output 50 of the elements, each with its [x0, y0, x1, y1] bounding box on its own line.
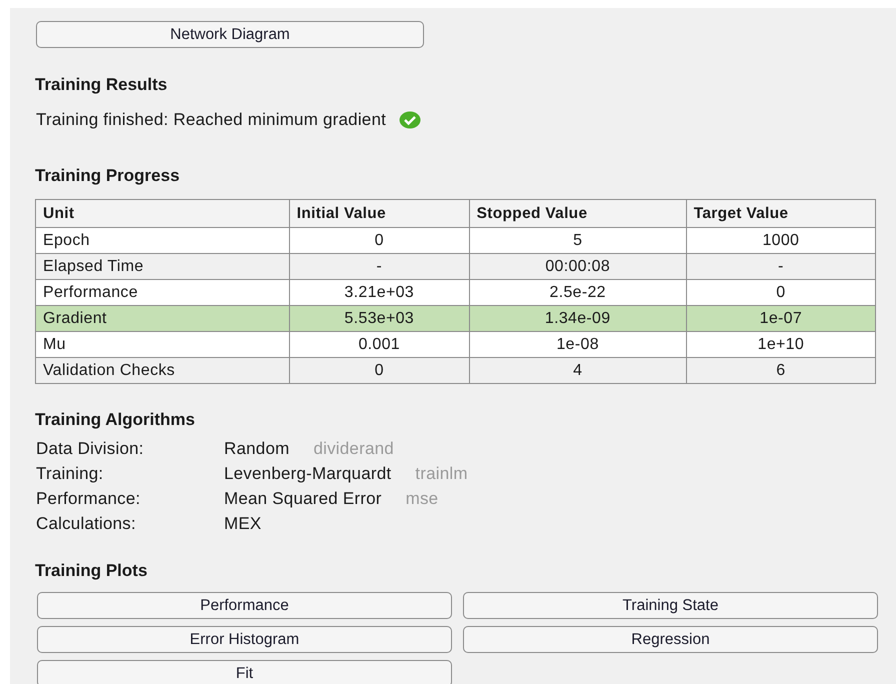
- table-cell: Performance: [36, 280, 290, 306]
- table-cell: Gradient: [36, 306, 290, 332]
- column-header: Target Value: [686, 200, 876, 228]
- table-cell: 00:00:08: [469, 254, 686, 280]
- table-cell: Elapsed Time: [36, 254, 290, 280]
- table-cell: 1000: [686, 228, 876, 254]
- table-cell: -: [686, 254, 876, 280]
- section-title: Training Progress: [35, 166, 181, 186]
- plot-button[interactable]: Error Histogram: [37, 626, 452, 653]
- field-value: Levenberg-Marquardt: [224, 464, 392, 484]
- table-cell: 1e-08: [469, 332, 686, 358]
- field-label: Calculations:: [36, 514, 137, 534]
- function-name: dividerand: [313, 439, 394, 459]
- table-cell: 3.21e+03: [289, 280, 470, 306]
- field-label: Data Division:: [36, 439, 145, 459]
- table-cell: 2.5e-22: [469, 280, 686, 306]
- table-cell: 1e-07: [686, 306, 876, 332]
- section-title: Training Algorithms: [35, 410, 196, 430]
- field-value: Mean Squared Error: [224, 489, 382, 509]
- table-cell: 6: [686, 358, 876, 384]
- table-cell: 5: [469, 228, 686, 254]
- plot-button[interactable]: Training State: [463, 592, 878, 619]
- table-cell: 5.53e+03: [289, 306, 470, 332]
- table-cell: -: [289, 254, 470, 280]
- status-message: Training finished: Reached minimum gradient: [36, 110, 386, 130]
- table-cell: 0: [289, 358, 470, 384]
- table-cell: Epoch: [36, 228, 290, 254]
- table-cell: 0: [686, 280, 876, 306]
- function-name: mse: [406, 489, 438, 509]
- field-value: MEX: [224, 514, 262, 534]
- table-cell: 1e+10: [686, 332, 876, 358]
- field-label: Performance:: [36, 489, 142, 509]
- plot-button[interactable]: Regression: [463, 626, 878, 653]
- plot-button[interactable]: Performance: [37, 592, 452, 619]
- column-header: Unit: [36, 200, 290, 228]
- function-name: trainlm: [415, 464, 468, 484]
- table-cell: 1.34e-09: [469, 306, 686, 332]
- field-value: Random: [224, 439, 290, 459]
- column-header: Initial Value: [289, 200, 470, 228]
- network-diagram-button[interactable]: Network Diagram: [36, 21, 424, 48]
- table-cell: 4: [469, 358, 686, 384]
- section-title: Training Plots: [35, 561, 148, 581]
- table-cell: 0: [289, 228, 470, 254]
- column-header: Stopped Value: [469, 200, 686, 228]
- section-title: Training Results: [35, 75, 168, 95]
- field-label: Training:: [36, 464, 104, 484]
- table-cell: Mu: [36, 332, 290, 358]
- table-cell: 0.001: [289, 332, 470, 358]
- table-cell: Validation Checks: [36, 358, 290, 384]
- plot-button[interactable]: Fit: [37, 660, 452, 684]
